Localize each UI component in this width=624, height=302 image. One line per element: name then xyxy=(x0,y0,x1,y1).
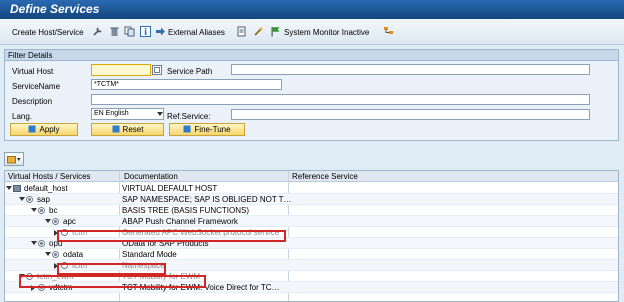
language-select-value: EN English xyxy=(94,110,129,117)
folder-dropdown-icon xyxy=(7,156,21,164)
language-label: Lang. xyxy=(12,112,33,121)
value-help-icon[interactable] xyxy=(152,65,162,75)
host-icon xyxy=(13,185,21,192)
service-name: default_host xyxy=(24,184,68,193)
service-documentation: SAP NAMESPACE; SAP IS OBLIGED NOT T… xyxy=(122,195,292,204)
ref-service-input[interactable] xyxy=(231,109,590,120)
create-host-service-button[interactable]: Create Host/Service xyxy=(12,27,84,39)
reset-button[interactable]: Reset xyxy=(91,123,164,136)
highlight-box xyxy=(57,230,286,242)
service-name-label: ServiceName xyxy=(12,82,61,91)
virtual-host-label: Virtual Host xyxy=(12,67,54,76)
tree-row[interactable]: default_host VIRTUAL DEFAULT HOST xyxy=(5,183,618,194)
wrench-icon[interactable] xyxy=(92,26,103,37)
ref-service-label: Ref.Service: xyxy=(167,112,211,121)
collapse-icon[interactable] xyxy=(45,252,51,256)
service-node-icon xyxy=(52,251,59,258)
apply-button-label: Apply xyxy=(39,125,60,134)
service-name: bc xyxy=(49,206,58,215)
tree-row[interactable]: apc ABAP Push Channel Framework xyxy=(5,216,618,227)
page-title: Define Services xyxy=(10,2,100,16)
chevron-down-icon[interactable] xyxy=(157,112,163,116)
highlight-box xyxy=(19,275,206,288)
service-documentation: BASIS TREE (BASIS FUNCTIONS) xyxy=(122,206,249,215)
column-documentation[interactable]: Documentation xyxy=(124,172,178,181)
flag-icon[interactable] xyxy=(270,26,281,37)
service-node-icon xyxy=(38,240,45,247)
service-name: sap xyxy=(37,195,50,204)
service-name-input[interactable]: *TCTM* xyxy=(91,79,282,90)
system-monitor-button[interactable]: System Monitor Inactive xyxy=(284,27,369,39)
column-virtual-hosts-services[interactable]: Virtual Hosts / Services xyxy=(8,172,91,181)
highlight-box xyxy=(57,263,166,275)
magic-wand-icon[interactable] xyxy=(253,26,264,37)
service-documentation: Standard Mode xyxy=(122,250,177,259)
reset-button-label: Reset xyxy=(122,125,144,134)
info-icon[interactable] xyxy=(140,26,151,37)
apply-icon xyxy=(28,125,36,133)
description-label: Description xyxy=(12,97,53,106)
language-select[interactable]: EN English xyxy=(91,108,164,120)
tree-toolbar-button[interactable] xyxy=(4,152,24,166)
service-documentation: VIRTUAL DEFAULT HOST xyxy=(122,184,218,193)
trash-icon[interactable] xyxy=(109,26,120,37)
description-input[interactable] xyxy=(91,94,590,105)
filter-details-header: Filter Details xyxy=(5,50,618,61)
tree-row[interactable]: sap SAP NAMESPACE; SAP IS OBLIGED NOT T… xyxy=(5,194,618,205)
tree-row[interactable]: odata Standard Mode xyxy=(5,249,618,260)
application-toolbar: Create Host/Service External Aliases Sys… xyxy=(0,19,624,45)
collapse-icon[interactable] xyxy=(19,197,25,201)
service-path-input[interactable] xyxy=(231,64,590,75)
virtual-host-input[interactable] xyxy=(91,64,151,76)
arrow-right-icon[interactable] xyxy=(155,26,166,37)
service-node-icon xyxy=(26,196,33,203)
copy-icon[interactable] xyxy=(124,26,135,37)
reset-icon xyxy=(112,125,120,133)
collapse-icon[interactable] xyxy=(31,241,37,245)
service-name: odata xyxy=(63,250,84,259)
fine-tune-icon xyxy=(183,125,191,133)
apply-button[interactable]: Apply xyxy=(10,123,78,136)
fine-tune-button-label: Fine-Tune xyxy=(194,125,231,134)
collapse-icon[interactable] xyxy=(45,219,51,223)
hierarchy-icon[interactable] xyxy=(383,26,394,37)
service-node-icon xyxy=(52,218,59,225)
fine-tune-button[interactable]: Fine-Tune xyxy=(169,123,245,136)
collapse-icon[interactable] xyxy=(31,208,37,212)
external-aliases-button[interactable]: External Aliases xyxy=(168,27,225,39)
collapse-icon[interactable] xyxy=(6,186,12,190)
column-reference-service[interactable]: Reference Service xyxy=(292,172,358,181)
document-icon[interactable] xyxy=(236,26,247,37)
service-path-label: Service Path xyxy=(167,67,213,76)
service-documentation: ABAP Push Channel Framework xyxy=(122,217,238,226)
service-node-icon xyxy=(38,207,45,214)
tree-row[interactable]: bc BASIS TREE (BASIS FUNCTIONS) xyxy=(5,205,618,216)
title-bar: Define Services xyxy=(0,0,624,19)
tree-header: Virtual Hosts / Services Documentation R… xyxy=(5,171,618,182)
service-name: apc xyxy=(63,217,76,226)
